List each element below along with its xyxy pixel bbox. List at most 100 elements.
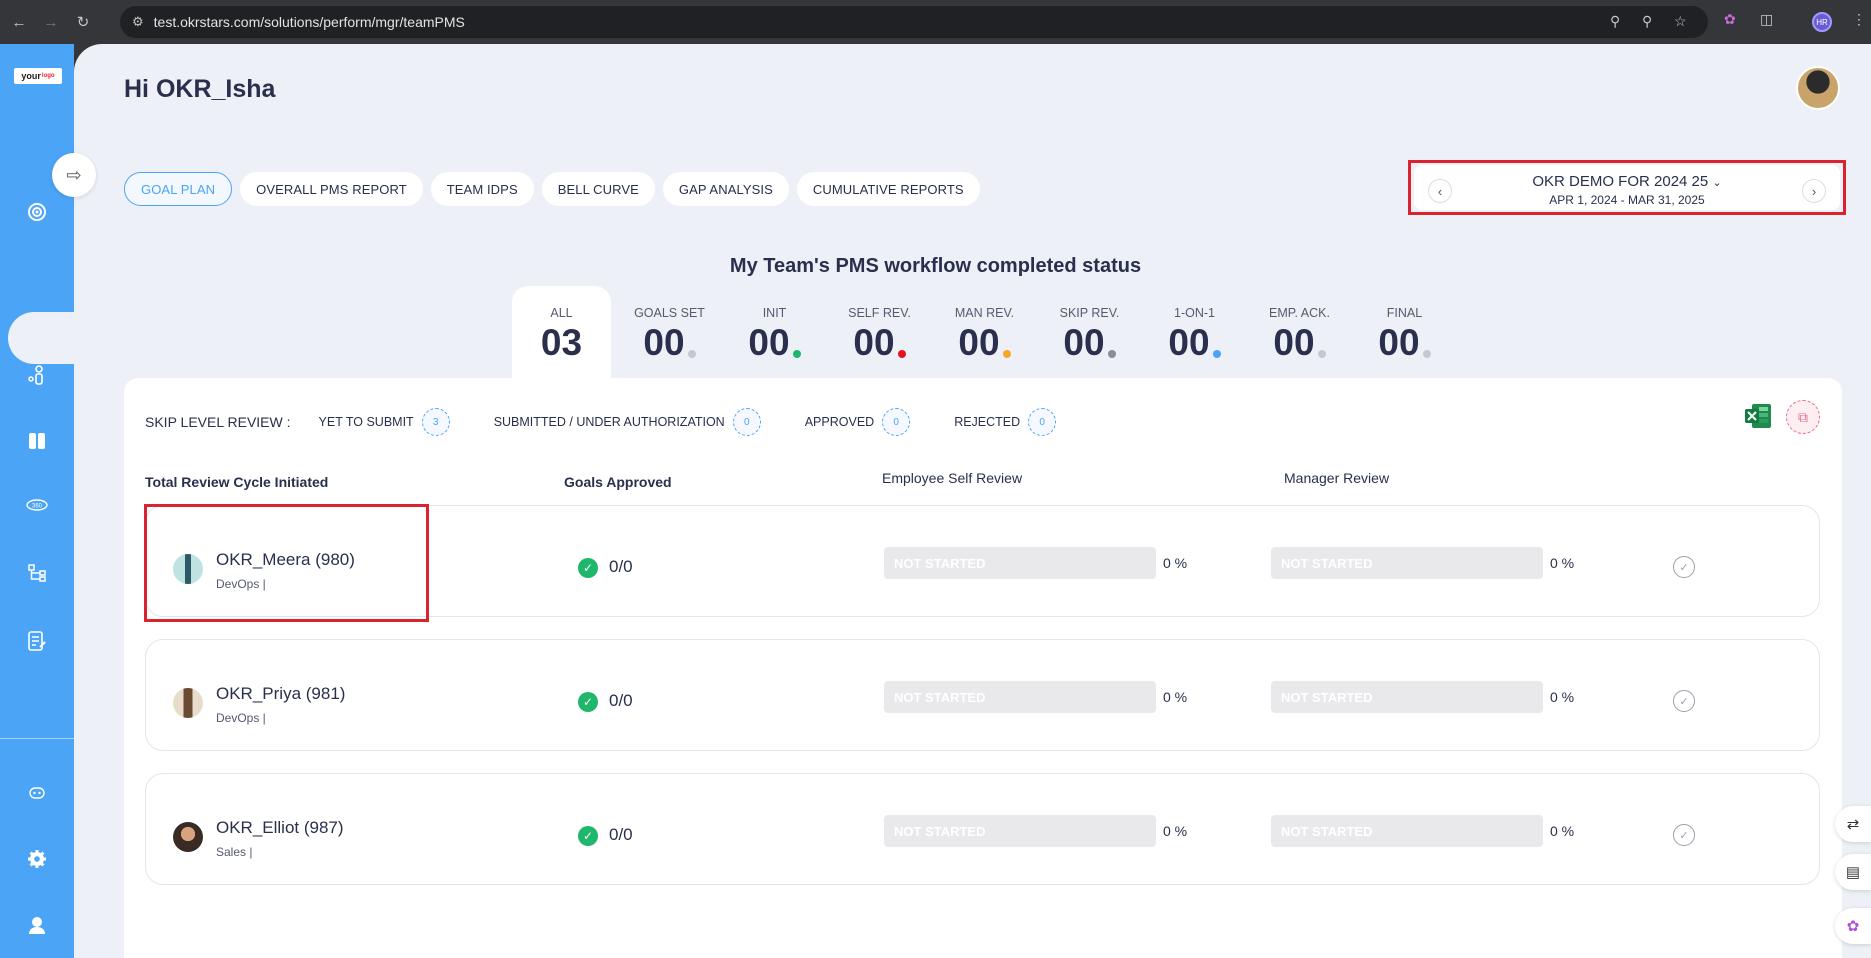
external-share-icon[interactable]: ⧉: [1786, 400, 1820, 434]
site-settings-icon[interactable]: ⚙: [132, 14, 144, 30]
status-dot: [1107, 350, 1116, 358]
excel-export-icon[interactable]: [1744, 403, 1772, 429]
forward-icon[interactable]: →: [38, 9, 64, 35]
team-review-panel: SKIP LEVEL REVIEW : YET TO SUBMIT 3 SUBMI…: [124, 378, 1842, 958]
status-dot: [792, 350, 801, 358]
stat-init[interactable]: INIT 00: [722, 286, 827, 378]
row-approve-check-icon[interactable]: ✓: [1673, 556, 1695, 578]
chevron-down-icon[interactable]: ⌄: [1712, 177, 1721, 189]
browser-menu-icon[interactable]: ⋮: [1852, 11, 1866, 28]
row-approve-check-icon[interactable]: ✓: [1673, 824, 1695, 846]
sidebar-item-book-icon[interactable]: [24, 428, 50, 454]
browser-profile-avatar[interactable]: HR: [1812, 12, 1832, 32]
sidebar-item-review-doc-icon[interactable]: [24, 628, 50, 654]
sidebar-item-support-agent-icon[interactable]: [24, 912, 50, 938]
column-header-review-cycle: Total Review Cycle Initiated: [145, 474, 329, 490]
stat-emp-ack[interactable]: EMP. ACK. 00: [1247, 286, 1352, 378]
count-badge: 0: [732, 408, 761, 436]
tab-goal-plan[interactable]: GOAL PLAN: [124, 172, 233, 206]
next-cycle-chevron-right-icon[interactable]: ›: [1802, 179, 1826, 203]
sidebar-item-hierarchy-icon[interactable]: [24, 560, 50, 586]
status-dot: [1317, 350, 1326, 358]
stat-self-rev[interactable]: SELF REV. 00: [827, 286, 932, 378]
status-dot: [687, 350, 696, 358]
reload-icon[interactable]: ↻: [70, 9, 96, 35]
zoom-icon[interactable]: ⚲: [1642, 13, 1652, 30]
cycle-selector-highlight: ‹ OKR DEMO FOR 2024 25 ⌄ APR 1, 2024 - M…: [1408, 160, 1846, 215]
sidebar-item-robot-icon[interactable]: [24, 780, 50, 806]
check-circle-icon: ✓: [578, 558, 598, 578]
filter-approved[interactable]: APPROVED 0: [805, 408, 911, 436]
check-circle-icon: ✓: [578, 826, 598, 846]
employee-name[interactable]: OKR_Priya (981): [216, 684, 345, 704]
password-key-icon[interactable]: ⚲: [1610, 13, 1620, 30]
bookmark-star-icon[interactable]: ☆: [1674, 13, 1687, 30]
sidebar-active-highlight: [8, 312, 78, 364]
employee-department: DevOps |: [216, 711, 266, 725]
back-icon[interactable]: ←: [6, 9, 32, 35]
browser-toolbar: ← → ↻ ⚙ test.okrstars.com/solutions/perf…: [0, 0, 1871, 44]
employee-highlight-box: [144, 504, 429, 622]
sidebar-item-settings-gear-icon[interactable]: [24, 846, 50, 872]
status-dot: [1212, 350, 1221, 358]
sidebar-divider: [0, 738, 74, 739]
svg-text:360: 360: [32, 504, 43, 510]
address-bar[interactable]: ⚙ test.okrstars.com/solutions/perform/mg…: [120, 6, 1708, 38]
stat-man-rev[interactable]: MAN REV. 00: [932, 286, 1037, 378]
reader-book-icon[interactable]: ▤: [1835, 854, 1871, 890]
sidebar-item-team-icon[interactable]: [24, 279, 50, 305]
sidebar-item-360-icon[interactable]: 360: [24, 492, 50, 518]
count-badge: 0: [1028, 408, 1057, 436]
manager-review-percent: 0 %: [1550, 823, 1575, 839]
tab-overall-pms-report[interactable]: OVERALL PMS REPORT: [240, 172, 423, 206]
stat-all[interactable]: ALL 03: [512, 286, 611, 378]
cycle-title[interactable]: OKR DEMO FOR 2024 25 ⌄: [1414, 173, 1840, 190]
column-header-employee-self-review: Employee Self Review: [882, 470, 1023, 486]
stat-goals-set[interactable]: GOALS SET 00: [617, 286, 722, 378]
manager-review-status-bar: NOT STARTED: [1271, 815, 1543, 847]
self-review-percent: 0 %: [1163, 823, 1188, 839]
employee-avatar[interactable]: [173, 688, 203, 718]
extensions-puzzle-icon[interactable]: ◫: [1760, 11, 1773, 28]
stat-skip-rev[interactable]: SKIP REV. 00: [1037, 286, 1142, 378]
employee-name[interactable]: OKR_Elliot (987): [216, 818, 344, 838]
tab-gap-analysis[interactable]: GAP ANALYSIS: [662, 172, 789, 206]
workflow-status-heading: My Team's PMS workflow completed status: [729, 255, 1142, 277]
filter-rejected[interactable]: REJECTED 0: [954, 408, 1057, 436]
translate-icon[interactable]: ⇄: [1835, 806, 1871, 842]
sidebar-collapse-button[interactable]: ⇨: [52, 153, 96, 197]
extension-brain-icon[interactable]: ✿: [1724, 11, 1736, 28]
count-badge: 3: [421, 408, 450, 436]
report-tabs: GOAL PLAN OVERALL PMS REPORT TEAM IDPS B…: [124, 172, 980, 206]
stat-final[interactable]: FINAL 00: [1352, 286, 1457, 378]
check-circle-icon: ✓: [578, 692, 598, 712]
page-greeting: Hi OKR_Isha: [124, 75, 276, 103]
status-dot: [1422, 350, 1431, 358]
status-dot: [1002, 350, 1011, 358]
count-badge: 0: [882, 408, 911, 436]
user-avatar[interactable]: [1796, 66, 1840, 110]
sidebar-item-person-icon[interactable]: [24, 362, 50, 388]
row-approve-check-icon[interactable]: ✓: [1673, 690, 1695, 712]
tab-bell-curve[interactable]: BELL CURVE: [541, 172, 655, 206]
column-header-manager-review: Manager Review: [1284, 470, 1390, 486]
ai-assistant-brain-icon[interactable]: ✿: [1835, 908, 1871, 944]
tab-cumulative-reports[interactable]: CUMULATIVE REPORTS: [796, 172, 980, 206]
self-review-percent: 0 %: [1163, 689, 1188, 705]
table-row[interactable]: OKR_Elliot (987) Sales | ✓ 0/0 NOT START…: [145, 773, 1820, 885]
self-review-percent: 0 %: [1163, 555, 1188, 571]
goals-approved-value: 0/0: [609, 825, 633, 844]
goals-approved-value: 0/0: [609, 557, 633, 576]
tab-team-idps[interactable]: TEAM IDPS: [430, 172, 534, 206]
url-text[interactable]: test.okrstars.com/solutions/perform/mgr/…: [154, 14, 465, 30]
status-dot: [897, 350, 906, 358]
employee-avatar[interactable]: [173, 822, 203, 852]
skip-level-review-title: SKIP LEVEL REVIEW :: [145, 414, 291, 430]
stat-one-on-one[interactable]: 1-ON-1 00: [1142, 286, 1247, 378]
cycle-selector[interactable]: ‹ OKR DEMO FOR 2024 25 ⌄ APR 1, 2024 - M…: [1414, 165, 1840, 210]
filter-submitted-under-authorization[interactable]: SUBMITTED / UNDER AUTHORIZATION 0: [494, 408, 761, 436]
table-row[interactable]: OKR_Priya (981) DevOps | ✓ 0/0 NOT START…: [145, 639, 1820, 751]
filter-yet-to-submit[interactable]: YET TO SUBMIT 3: [319, 408, 450, 436]
self-review-status-bar: NOT STARTED: [884, 547, 1156, 579]
sidebar-item-goals-target-icon[interactable]: [24, 199, 50, 225]
